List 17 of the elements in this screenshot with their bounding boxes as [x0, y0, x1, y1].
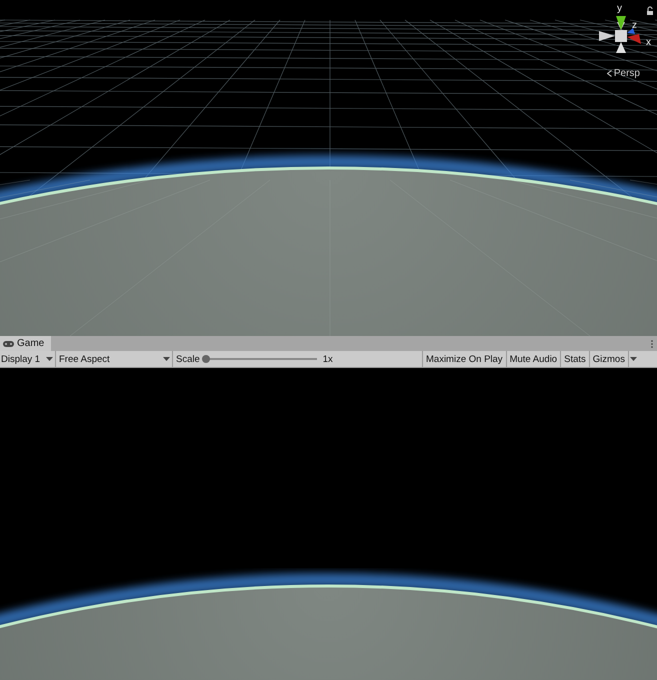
slider-thumb[interactable] — [202, 355, 210, 363]
axis-cone-icon[interactable] — [616, 16, 626, 30]
scale-reading: 1x — [322, 354, 333, 364]
display-dropdown[interactable]: Display 1 — [0, 351, 56, 367]
axis-label: z — [632, 20, 637, 31]
axis-label: x — [646, 37, 651, 48]
projection-label[interactable]: Persp — [614, 68, 640, 79]
chevron-icon — [606, 70, 612, 77]
axis-label: y — [617, 3, 622, 14]
game-tab[interactable]: Game — [0, 336, 52, 351]
axis-gizmo-drawing[interactable] — [599, 22, 627, 53]
scale-label: Scale — [176, 354, 200, 364]
lock-icon[interactable] — [647, 6, 653, 15]
gamepad-icon — [3, 340, 14, 346]
caret-icon — [630, 357, 637, 361]
caret-icon — [46, 357, 53, 361]
caret-icon — [163, 357, 170, 361]
